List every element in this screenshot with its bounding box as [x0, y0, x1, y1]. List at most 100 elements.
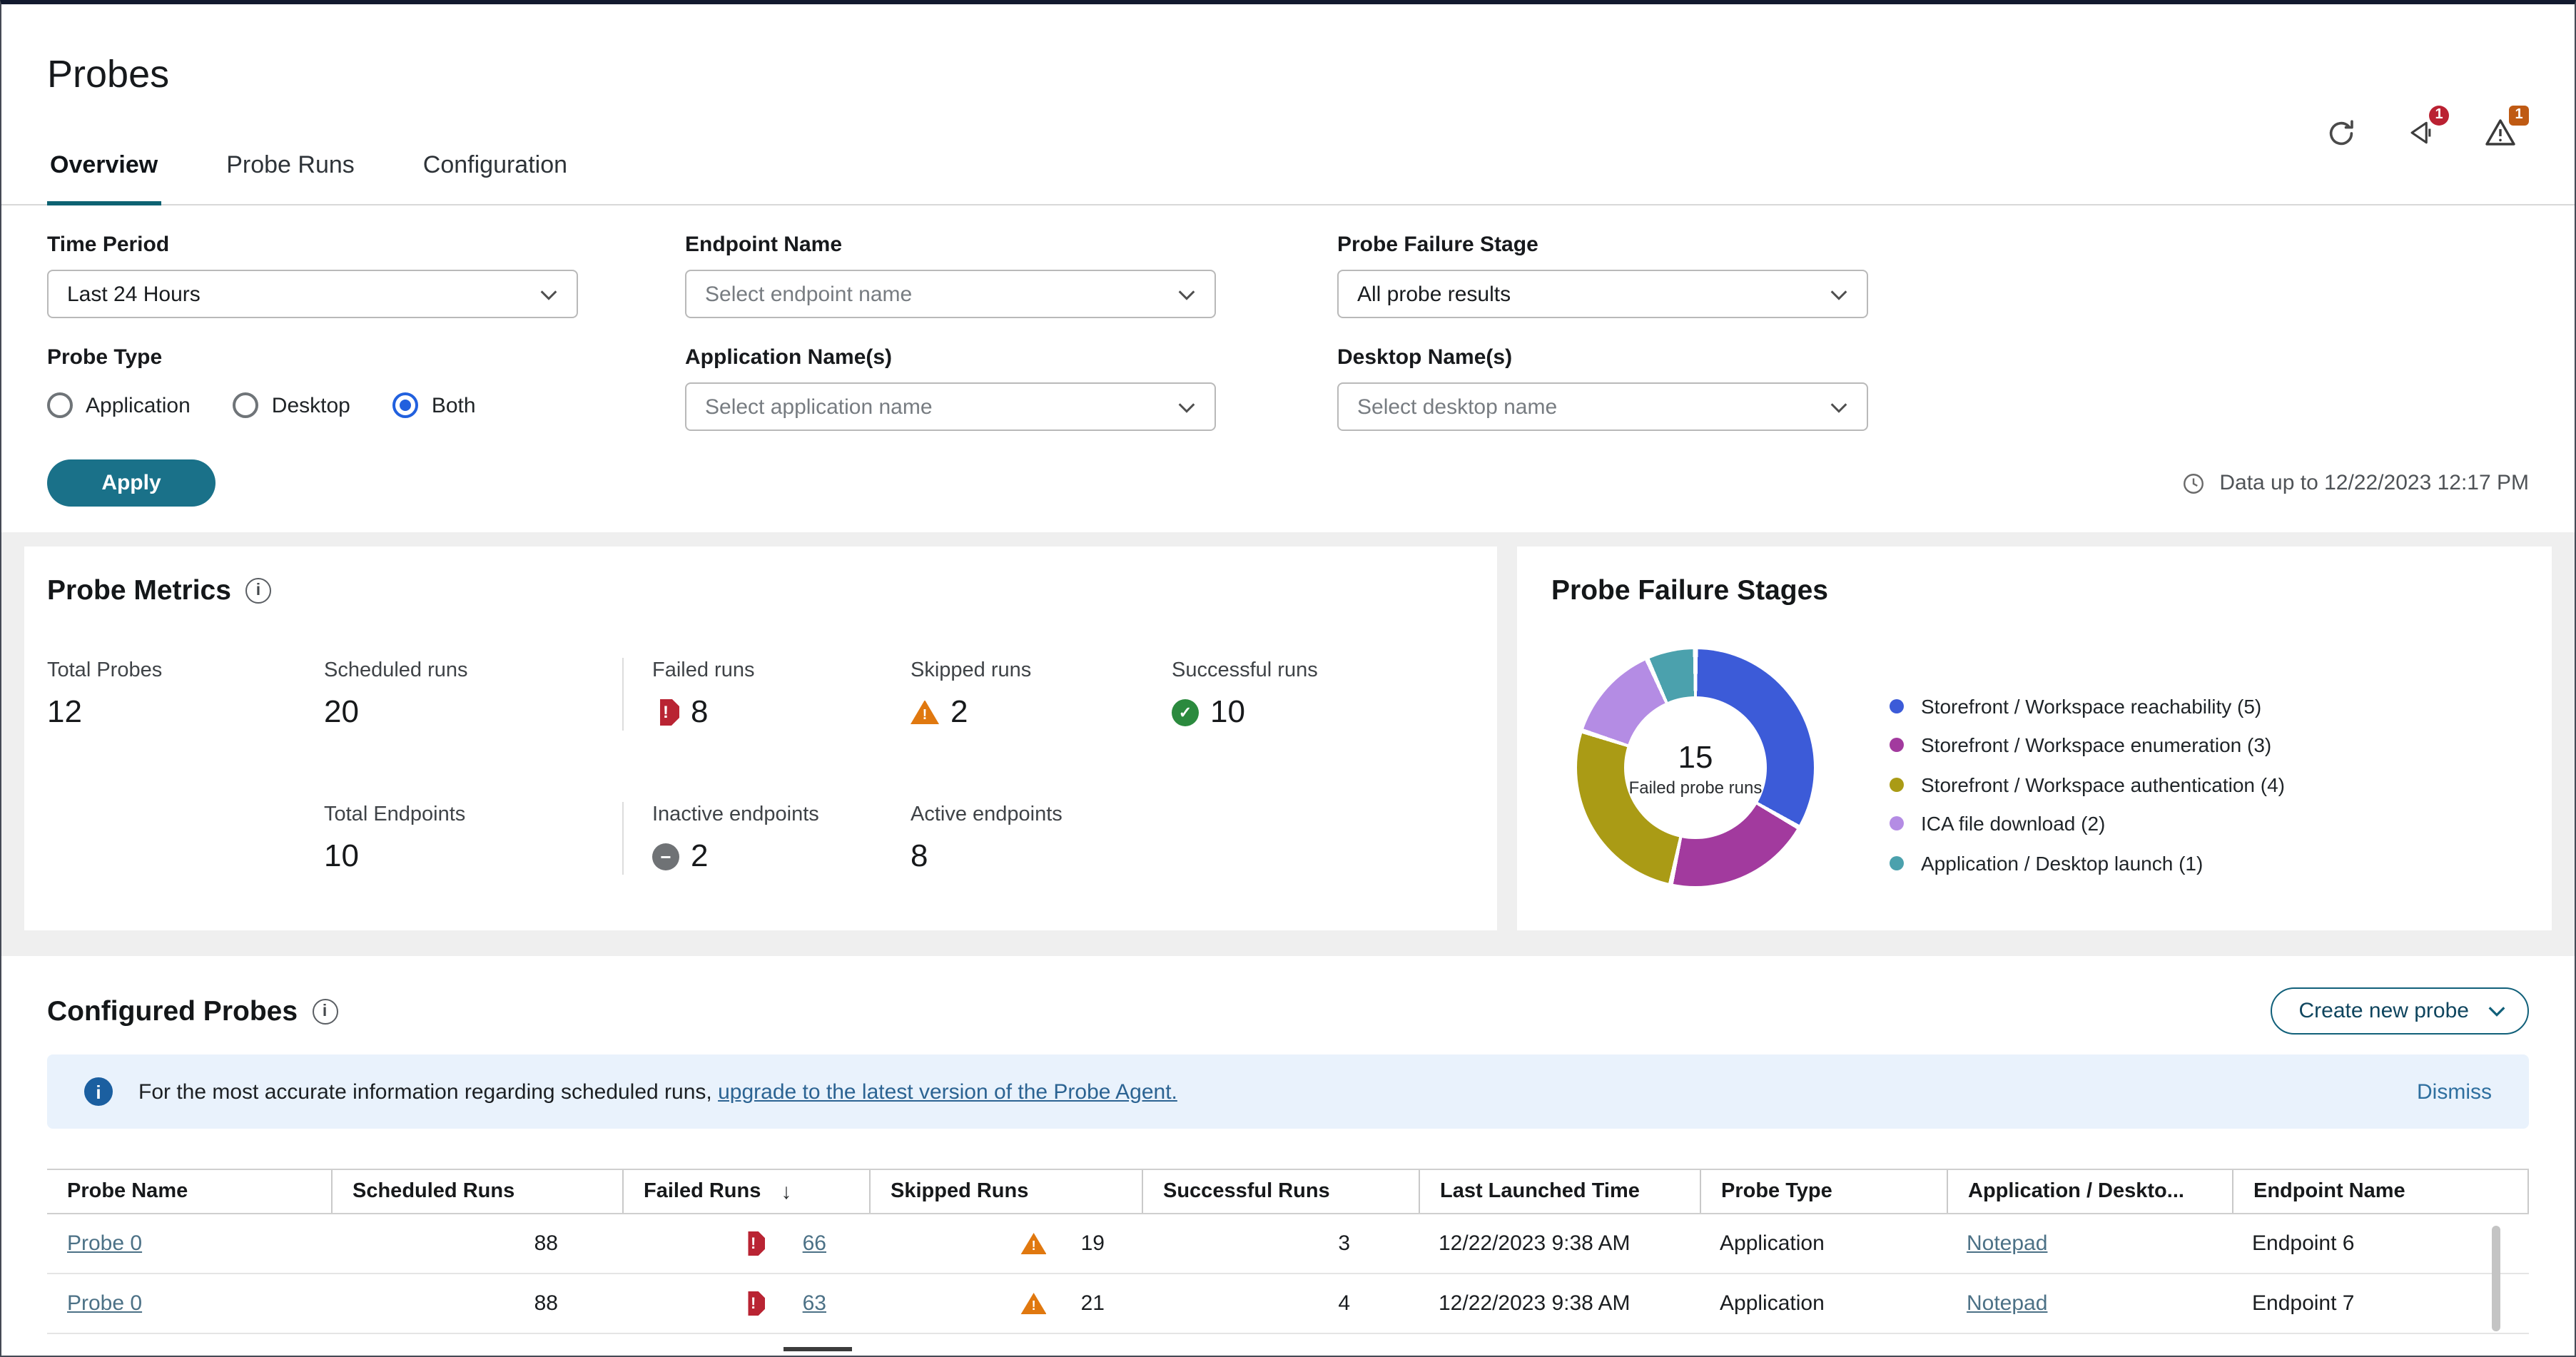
metric-failed-runs: Failed runs ! 8	[622, 658, 911, 731]
scheduled-runs-cell: 88	[534, 1291, 558, 1316]
info-icon[interactable]: i	[312, 998, 338, 1024]
skipped-icon: !	[911, 700, 939, 724]
chevron-down-icon	[1176, 283, 1197, 305]
vertical-scrollbar[interactable]	[2492, 1226, 2500, 1331]
column-header-probe-name[interactable]: Probe Name	[47, 1170, 331, 1213]
column-header-skipped-runs[interactable]: Skipped Runs	[869, 1170, 1142, 1213]
tab-configuration[interactable]: Configuration	[420, 141, 570, 205]
application-names-placeholder: Select application name	[705, 395, 933, 419]
probe-type-cell: Application	[1720, 1291, 1825, 1316]
radio-unselected-icon	[47, 392, 73, 418]
warning-icon: !	[1020, 1233, 1047, 1254]
tab-probe-runs[interactable]: Probe Runs	[223, 141, 358, 205]
dismiss-link[interactable]: Dismiss	[2417, 1079, 2492, 1104]
endpoint-name-placeholder: Select endpoint name	[705, 282, 913, 306]
scheduled-runs-cell: 88	[534, 1231, 558, 1256]
donut-center-value: 15	[1678, 738, 1713, 774]
create-new-probe-button[interactable]: Create new probe	[2270, 987, 2529, 1035]
probe-failure-stage-field: Probe Failure Stage All probe results	[1337, 231, 1868, 318]
time-period-value: Last 24 Hours	[67, 282, 201, 306]
column-header-probe-type[interactable]: Probe Type	[1700, 1170, 1947, 1213]
column-header-successful-runs[interactable]: Successful Runs	[1142, 1170, 1419, 1213]
probe-failure-stage-value: All probe results	[1357, 282, 1511, 306]
announcements-button[interactable]: 1	[2403, 106, 2449, 150]
last-launched-time-cell: 12/22/2023 9:38 AM	[1439, 1291, 1631, 1316]
chevron-down-icon	[1176, 396, 1197, 417]
chevron-down-icon	[2486, 1000, 2507, 1022]
banner-text: For the most accurate information regard…	[138, 1079, 1177, 1104]
radio-desktop[interactable]: Desktop	[233, 392, 350, 418]
probes-page: Probes 1 1 Overview Probe Runs Configura…	[0, 0, 2576, 1357]
chevron-down-icon	[1828, 283, 1850, 305]
probe-type-field: Probe Type Application Desktop Both	[47, 344, 578, 422]
column-header-scheduled-runs[interactable]: Scheduled Runs	[331, 1170, 622, 1213]
probe-metrics-title: Probe Metrics	[47, 575, 231, 606]
column-header-last-launched-time[interactable]: Last Launched Time	[1419, 1170, 1700, 1213]
time-period-select[interactable]: Last 24 Hours	[47, 270, 578, 318]
probes-table-body: Probe 0 88! 66 ! 19 3 12/22/2023 9:38 AM Applic…	[47, 1214, 2529, 1334]
warning-icon: !	[1020, 1293, 1047, 1314]
summary-cards: Probe Metrics i Total Probes 12 Scheduled …	[1, 532, 2575, 956]
donut-center: 15 Failed probe runs	[1624, 696, 1767, 839]
upgrade-link[interactable]: upgrade to the latest version of the Pro…	[718, 1079, 1177, 1104]
clipped-row-hint	[784, 1347, 852, 1351]
probe-type-label: Probe Type	[47, 345, 163, 370]
failed-icon: !	[660, 698, 679, 726]
legend-dot	[1890, 855, 1904, 870]
tab-overview[interactable]: Overview	[47, 141, 161, 205]
legend-item: Storefront / Workspace reachability (5)	[1890, 686, 2285, 726]
failed-runs-link[interactable]: 66	[803, 1231, 826, 1256]
legend-label: Storefront / Workspace reachability (5)	[1921, 694, 2262, 718]
metric-label: Failed runs	[652, 659, 755, 682]
configured-probes-section: Configured Probes i Create new probe i F…	[1, 956, 2575, 1351]
radio-both[interactable]: Both	[392, 392, 476, 418]
page-title: Probes	[47, 53, 170, 96]
filters-section: Time Period Last 24 Hours Endpoint Name …	[1, 205, 2575, 532]
application-desktop-cell: Notepad	[1947, 1291, 2232, 1316]
alerts-button[interactable]: 1	[2483, 106, 2529, 150]
metric-value: ! 8	[652, 693, 911, 731]
metric-label: Total Endpoints	[324, 803, 466, 826]
probe-name-link[interactable]: Probe 0	[67, 1231, 142, 1256]
failure-stages-donut: 15 Failed probe runs	[1577, 649, 1814, 886]
metric-successful-runs: Successful runs ✓ 10	[1172, 658, 1474, 731]
probes-table-header: Probe Name Scheduled Runs Failed Runs ↓ Skip…	[47, 1169, 2529, 1214]
metric-value: 8	[911, 838, 928, 873]
desktop-names-select[interactable]: Select desktop name	[1337, 382, 1868, 431]
metric-label: Inactive endpoints	[652, 803, 819, 826]
upgrade-banner: i For the most accurate information rega…	[47, 1054, 2529, 1129]
radio-unselected-icon	[233, 392, 259, 418]
column-header-endpoint-name[interactable]: Endpoint Name	[2232, 1170, 2529, 1213]
metric-total-endpoints: Total Endpoints 10	[324, 802, 622, 875]
legend-label: Storefront / Workspace authentication (4…	[1921, 773, 2285, 796]
apply-button[interactable]: Apply	[47, 459, 215, 507]
failure-stages-legend: Storefront / Workspace reachability (5) S…	[1890, 649, 2285, 886]
radio-label: Both	[431, 393, 476, 417]
legend-item: Application / Desktop launch (1)	[1890, 843, 2285, 883]
metric-value: −2	[652, 838, 911, 875]
successful-runs-cell: 3	[1338, 1231, 1350, 1256]
info-icon[interactable]: i	[245, 578, 271, 604]
legend-dot	[1890, 816, 1904, 831]
column-header-failed-runs[interactable]: Failed Runs ↓	[622, 1170, 869, 1213]
failed-runs-link[interactable]: 63	[803, 1291, 826, 1316]
probe-metrics-card: Probe Metrics i Total Probes 12 Scheduled …	[24, 547, 1497, 930]
legend-dot	[1890, 698, 1904, 713]
metric-label: Successful runs	[1172, 659, 1318, 682]
alerts-badge: 1	[2509, 106, 2529, 126]
inactive-icon: −	[652, 843, 679, 870]
sort-descending-icon[interactable]: ↓	[781, 1179, 791, 1204]
application-names-select[interactable]: Select application name	[685, 382, 1216, 431]
endpoint-name-label: Endpoint Name	[685, 233, 843, 257]
probe-failure-stage-select[interactable]: All probe results	[1337, 270, 1868, 318]
radio-application[interactable]: Application	[47, 392, 191, 418]
probe-name-link[interactable]: Probe 0	[67, 1291, 142, 1316]
application-link[interactable]: Notepad	[1967, 1231, 2047, 1256]
application-link[interactable]: Notepad	[1967, 1291, 2047, 1316]
endpoint-name-select[interactable]: Select endpoint name	[685, 270, 1216, 318]
metric-value: 12	[47, 693, 82, 729]
radio-label: Application	[86, 393, 191, 417]
refresh-button[interactable]	[2323, 116, 2358, 150]
column-header-application-deskto[interactable]: Application / Deskto...	[1947, 1170, 2232, 1213]
desktop-names-label: Desktop Name(s)	[1337, 345, 1513, 370]
